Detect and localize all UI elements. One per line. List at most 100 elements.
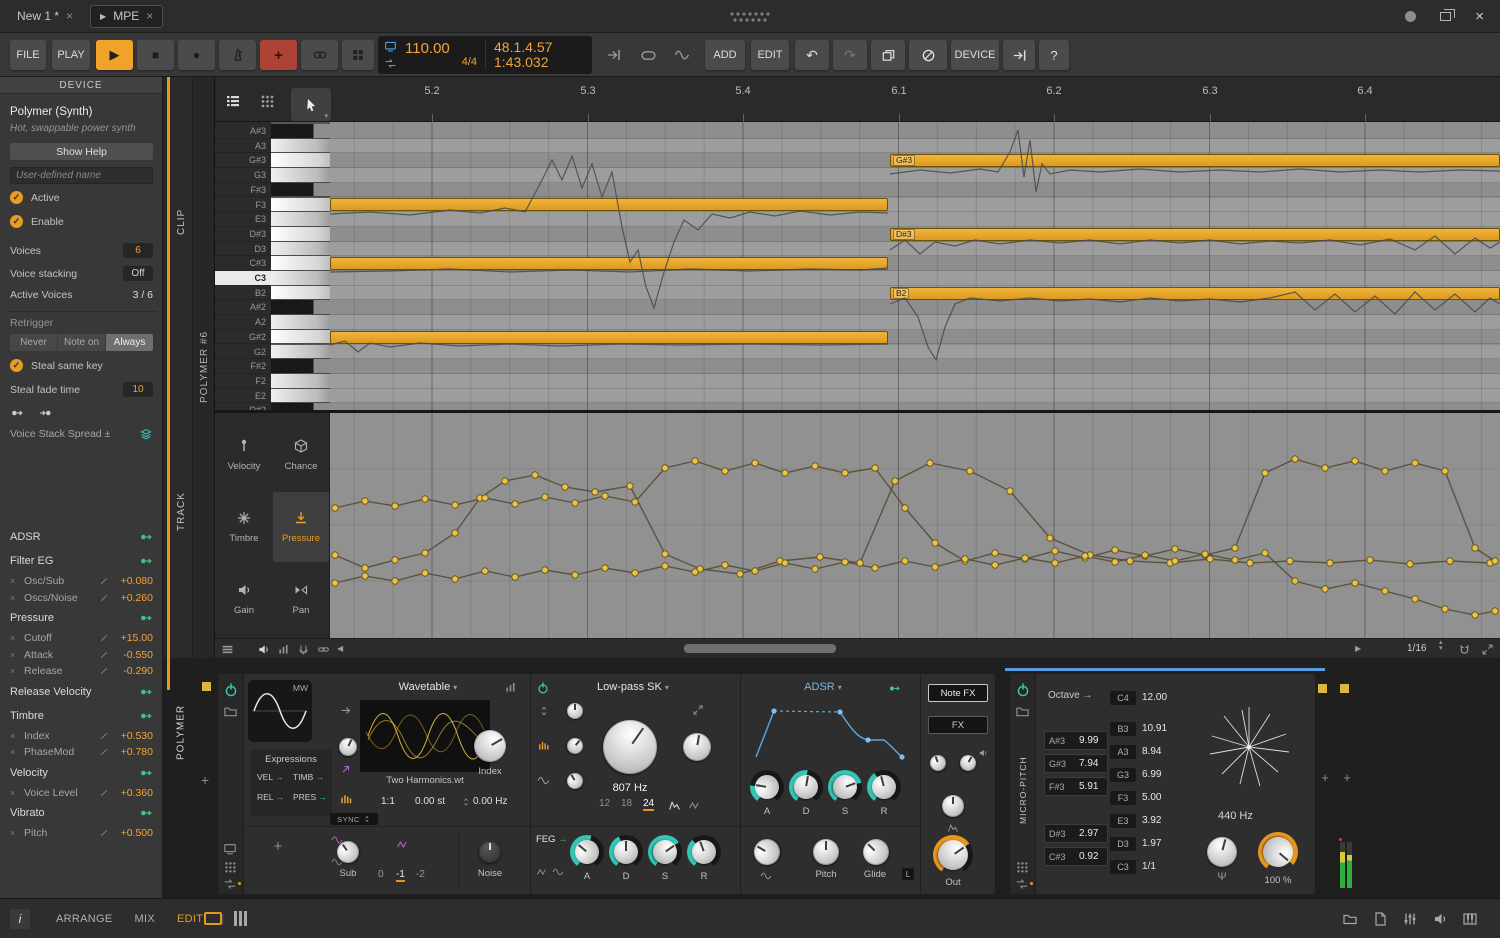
filter-slope-18[interactable]: 18	[621, 798, 632, 809]
piano-key-A#2[interactable]	[271, 300, 330, 315]
device-power-icon[interactable]	[223, 682, 239, 698]
mod-out-icon[interactable]	[139, 611, 153, 625]
automation-point[interactable]	[1407, 561, 1413, 567]
voice-in-icon[interactable]	[38, 406, 52, 420]
expression-automation-area[interactable]	[330, 413, 1500, 638]
automation-point[interactable]	[812, 463, 818, 469]
micropitch-row-F#3[interactable]: F#35.91	[1044, 777, 1108, 796]
piano-key-G#3[interactable]	[271, 153, 330, 168]
filter-drive-icon[interactable]	[537, 774, 550, 787]
sub-shape-icon[interactable]	[396, 838, 409, 851]
osc-scope-display[interactable]: MW	[248, 680, 312, 742]
env-a-knob[interactable]	[750, 770, 784, 804]
remote-controls-icon[interactable]	[223, 842, 237, 856]
mod-amount-value[interactable]: +0.080	[109, 575, 153, 587]
voice-out-icon[interactable]	[10, 406, 24, 420]
remove-mod-icon[interactable]: ×	[10, 788, 24, 798]
automation-point[interactable]	[542, 494, 548, 500]
automation-point[interactable]	[872, 565, 878, 571]
mod-out-icon[interactable]	[139, 685, 153, 699]
automation-point[interactable]	[692, 569, 698, 575]
filter-env-a-knob[interactable]	[570, 835, 604, 869]
mod-amount-value[interactable]: +0.260	[109, 592, 153, 604]
keytrack-icon[interactable]	[340, 704, 353, 717]
mod-source-vibrato[interactable]: Vibrato	[0, 801, 163, 825]
micropitch-row-F3[interactable]: F35.00	[1110, 789, 1176, 806]
env-s-knob[interactable]	[828, 770, 862, 804]
filter-power-icon[interactable]	[536, 681, 550, 695]
automation-point[interactable]	[602, 565, 608, 571]
automation-point[interactable]	[1007, 488, 1013, 494]
add-record-button[interactable]: +	[260, 40, 297, 70]
automation-point[interactable]	[332, 552, 338, 558]
mod-curve-icon[interactable]	[99, 747, 109, 757]
clip-launcher-record-button[interactable]	[342, 40, 374, 70]
automation-point[interactable]	[572, 572, 578, 578]
mod-amount-value[interactable]: +0.780	[109, 746, 153, 758]
automation-point[interactable]	[842, 470, 848, 476]
zoom-fit-icon[interactable]	[1481, 643, 1494, 656]
remove-mod-icon[interactable]: ×	[10, 747, 24, 757]
keyboard-panel-icon[interactable]	[1462, 911, 1478, 927]
automation-point[interactable]	[1292, 578, 1298, 584]
mod-source-pressure[interactable]: Pressure	[0, 606, 163, 630]
automation-point[interactable]	[962, 556, 968, 562]
fx-mix-knob[interactable]	[957, 752, 979, 774]
unison-spread-icon[interactable]	[339, 792, 354, 807]
piano-key-C3[interactable]	[271, 271, 330, 286]
arrange-view-button[interactable]: ARRANGE	[56, 913, 113, 925]
mod-curve-icon[interactable]	[99, 650, 109, 660]
automation-point[interactable]	[1232, 557, 1238, 563]
audition-speaker-icon[interactable]	[257, 643, 270, 656]
filter-shape-a-icon[interactable]	[668, 799, 681, 812]
voice-stacking-value[interactable]: Off	[123, 266, 153, 281]
filter-resonance-knob[interactable]	[681, 731, 713, 763]
routing-icon[interactable]	[223, 877, 237, 891]
automation-point[interactable]	[362, 565, 368, 571]
scroll-right-icon[interactable]: ▶	[1355, 644, 1361, 653]
filter-cutoff-knob[interactable]	[592, 709, 667, 784]
clip-strip-label[interactable]: CLIP	[170, 172, 193, 272]
automation-point[interactable]	[332, 505, 338, 511]
close-tab-icon[interactable]: ×	[146, 9, 153, 23]
automation-point[interactable]	[722, 562, 728, 568]
info-button[interactable]: i	[10, 909, 30, 929]
layers-icon[interactable]	[221, 643, 234, 656]
automation-point[interactable]	[542, 567, 548, 573]
edit-view-button[interactable]: EDIT	[177, 913, 203, 925]
preset-browser-icon[interactable]	[1015, 704, 1030, 719]
automation-point[interactable]	[627, 483, 633, 489]
automation-point[interactable]	[362, 573, 368, 579]
expression-vel[interactable]: VEL →	[257, 772, 284, 782]
metronome-button[interactable]	[219, 40, 256, 70]
expression-tab-pan[interactable]: Pan	[273, 564, 329, 634]
piano-key-B2[interactable]	[271, 286, 330, 301]
automation-point[interactable]	[482, 495, 488, 501]
expression-pres[interactable]: PRES →	[293, 792, 327, 802]
filter-small-knob-2[interactable]	[564, 735, 587, 758]
show-help-button[interactable]: Show Help	[10, 143, 153, 160]
vel-depth-knob[interactable]	[942, 795, 964, 817]
automation-point[interactable]	[902, 558, 908, 564]
filter-cutoff-value[interactable]: 807 Hz	[600, 782, 660, 794]
automation-point[interactable]	[1047, 535, 1053, 541]
mod-source-release-velocity[interactable]: Release Velocity	[0, 680, 163, 704]
automation-point[interactable]	[1492, 558, 1498, 564]
automation-point[interactable]	[1052, 548, 1058, 554]
automation-point[interactable]	[332, 580, 338, 586]
piano-key-F3[interactable]	[271, 198, 330, 213]
remove-mod-icon[interactable]: ×	[10, 576, 24, 586]
automation-point[interactable]	[1202, 551, 1208, 557]
env-d-knob[interactable]	[789, 770, 823, 804]
project-panel-icon[interactable]	[1372, 911, 1388, 927]
out-knob[interactable]	[933, 835, 973, 875]
retrigger-note-on[interactable]: Note on	[58, 334, 105, 351]
redo-button[interactable]: ↷	[833, 40, 867, 70]
mod-curve-icon[interactable]	[99, 828, 109, 838]
filter-env-d-knob[interactable]	[609, 835, 643, 869]
automation-point[interactable]	[1352, 458, 1358, 464]
filter-env-s-knob[interactable]	[648, 835, 682, 869]
automation-point[interactable]	[1472, 612, 1478, 618]
columns-layout-icon[interactable]	[234, 911, 247, 926]
piano-key-A2[interactable]	[271, 315, 330, 330]
